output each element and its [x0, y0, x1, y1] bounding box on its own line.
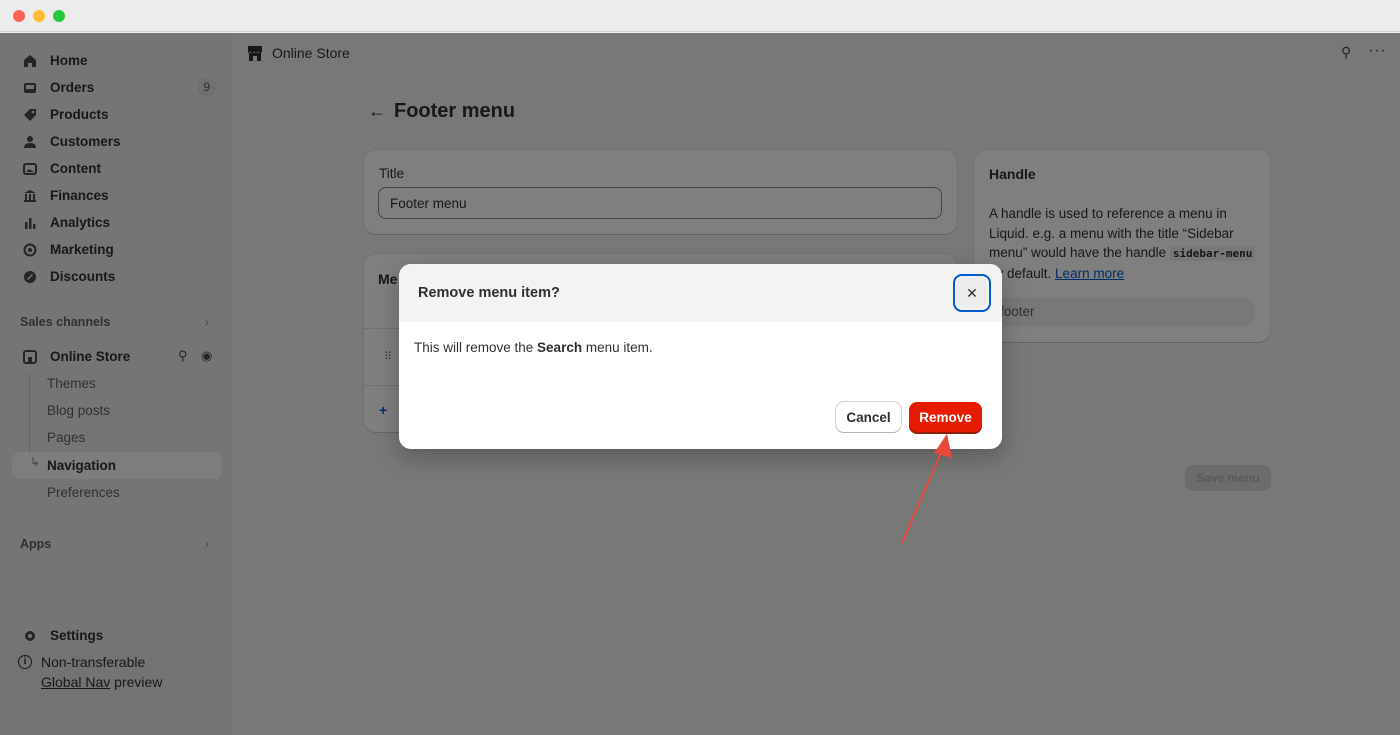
annotation-arrow [901, 434, 952, 544]
annotation-arrow-shaft [901, 445, 945, 544]
annotation-arrow-head [934, 434, 952, 458]
